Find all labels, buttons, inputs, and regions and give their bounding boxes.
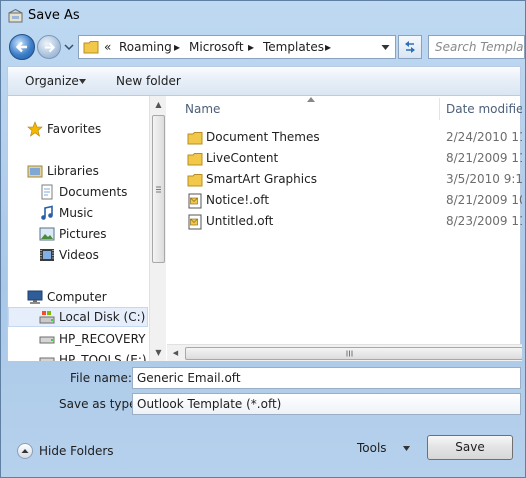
libraries-icon <box>27 165 43 178</box>
command-toolbar: Organize New folder <box>7 66 521 96</box>
folder-icon <box>83 41 99 54</box>
file-name-input[interactable]: Generic Email.oft <box>132 367 521 389</box>
address-bar[interactable]: « Roaming ▸ Microsoft ▸ Templates ▸ <box>78 35 396 59</box>
save-button[interactable]: Save <box>427 435 513 460</box>
file-row[interactable]: SmartArt Graphics 3/5/2010 9:18 A <box>167 170 522 190</box>
file-name: Untitled.oft <box>206 214 274 228</box>
file-list-horizontal-scrollbar[interactable]: ◀ <box>167 344 522 361</box>
browser-area: Favorites Libraries Documents Music Pict… <box>7 96 522 361</box>
forward-button[interactable] <box>37 35 61 59</box>
breadcrumb-separator: ▸ <box>174 40 181 54</box>
file-list: Name Date modified Document Themes 2/24/… <box>167 96 522 361</box>
new-folder-button[interactable]: New folder <box>116 74 181 88</box>
save-as-type-label: Save as type: <box>59 397 141 411</box>
file-date: 8/21/2009 11:20 <box>446 151 522 165</box>
search-input[interactable]: Search Templates <box>428 35 525 59</box>
organize-button[interactable]: Organize <box>25 74 79 88</box>
sidebar-item-label: Music <box>59 206 94 220</box>
scrollbar-thumb[interactable] <box>152 115 165 263</box>
star-icon <box>27 121 43 137</box>
grip-icon <box>346 350 353 357</box>
column-label: Name <box>185 102 221 116</box>
refresh-icon <box>405 41 415 53</box>
arrow-right-icon <box>44 42 56 53</box>
breadcrumb-templates[interactable]: Templates <box>263 40 324 54</box>
drive-icon <box>39 357 55 361</box>
file-row[interactable]: Document Themes 2/24/2010 11:00 <box>167 128 522 148</box>
documents-icon <box>41 184 53 200</box>
chevron-down-icon[interactable] <box>403 446 410 451</box>
drive-icon <box>39 311 55 324</box>
videos-icon <box>40 249 54 261</box>
sidebar-item-label: Local Disk (C:) <box>59 310 146 324</box>
file-name-label: File name: <box>70 371 132 385</box>
file-row[interactable]: Untitled.oft 8/23/2009 11:35 <box>167 212 522 232</box>
save-options: File name: Generic Email.oft Save as typ… <box>7 361 521 417</box>
breadcrumb-separator: ▸ <box>248 40 255 54</box>
scrollbar-thumb[interactable] <box>185 347 522 360</box>
save-as-icon <box>8 9 23 23</box>
breadcrumb-microsoft[interactable]: Microsoft <box>189 40 244 54</box>
folder-icon <box>187 153 203 166</box>
title-bar: Save As <box>1 1 526 31</box>
chevron-down-icon <box>79 79 86 84</box>
file-name: Notice!.oft <box>206 193 270 207</box>
sidebar-item-label: Videos <box>59 248 99 262</box>
sidebar-item-label: Favorites <box>47 122 102 136</box>
file-name: LiveContent <box>206 151 279 165</box>
column-header-name[interactable]: Name <box>167 96 439 122</box>
search-placeholder: Search Templates <box>435 40 524 54</box>
breadcrumb-roaming[interactable]: Roaming <box>119 40 172 54</box>
file-row[interactable]: LiveContent 8/21/2009 11:20 <box>167 149 522 169</box>
sort-ascending-icon <box>307 97 315 102</box>
scroll-left-icon[interactable]: ◀ <box>167 345 184 361</box>
navigation-pane: Favorites Libraries Documents Music Pict… <box>8 96 148 361</box>
oft-file-icon <box>188 193 202 209</box>
file-name: SmartArt Graphics <box>206 172 317 186</box>
back-button[interactable] <box>9 34 35 60</box>
drive-icon <box>39 336 55 344</box>
file-date: 8/21/2009 10:27 <box>446 193 522 207</box>
file-date: 8/23/2009 11:35 <box>446 214 522 228</box>
sidebar-item-label: Libraries <box>47 164 99 178</box>
address-dropdown-icon[interactable] <box>381 44 390 51</box>
sidebar-item-label: Computer <box>47 290 107 304</box>
breadcrumb-separator: ▸ <box>325 40 332 54</box>
navigation-bar: « Roaming ▸ Microsoft ▸ Templates ▸ Sear… <box>1 31 526 63</box>
file-date: 2/24/2010 11:00 <box>446 130 522 144</box>
column-label: Date modified <box>446 102 522 116</box>
arrow-left-icon <box>15 41 27 53</box>
file-row[interactable]: Notice!.oft 8/21/2009 10:27 <box>167 191 522 211</box>
sidebar-item-label: Pictures <box>59 227 107 241</box>
breadcrumb-overflow[interactable]: « <box>104 40 111 54</box>
file-name: Document Themes <box>206 130 320 144</box>
save-as-type-select[interactable]: Outlook Template (*.oft) <box>132 393 521 415</box>
sidebar-item-label: HP_RECOVERY (D <box>59 332 148 346</box>
tools-button[interactable]: Tools <box>357 441 387 455</box>
computer-icon <box>27 290 43 304</box>
recent-pages-dropdown-icon[interactable] <box>64 43 74 51</box>
folder-icon <box>187 174 203 187</box>
chevron-up-icon <box>21 449 29 453</box>
music-icon <box>41 205 53 220</box>
sidebar-item-label: Documents <box>59 185 128 199</box>
hide-folders-toggle[interactable] <box>17 443 33 459</box>
folder-icon <box>187 132 203 145</box>
dialog-footer: Hide Folders Tools Save <box>7 426 521 472</box>
window-title: Save As <box>28 8 80 23</box>
hide-folders-button[interactable]: Hide Folders <box>39 444 114 458</box>
pictures-icon <box>39 227 55 241</box>
save-as-dialog: Save As « Roaming ▸ Microsoft ▸ Template… <box>0 0 526 478</box>
sidebar-item-label: HP_TOOLS (E:) <box>59 353 147 361</box>
scroll-down-icon[interactable]: ▼ <box>150 344 167 361</box>
refresh-button[interactable] <box>398 35 422 59</box>
column-header-date-modified[interactable]: Date modified <box>440 96 522 122</box>
oft-file-icon <box>188 214 202 230</box>
scroll-up-icon[interactable]: ▲ <box>150 96 167 113</box>
grip-icon <box>156 186 161 193</box>
file-date: 3/5/2010 9:18 A <box>446 172 522 186</box>
navigation-pane-scrollbar[interactable]: ▲ ▼ <box>149 96 166 361</box>
